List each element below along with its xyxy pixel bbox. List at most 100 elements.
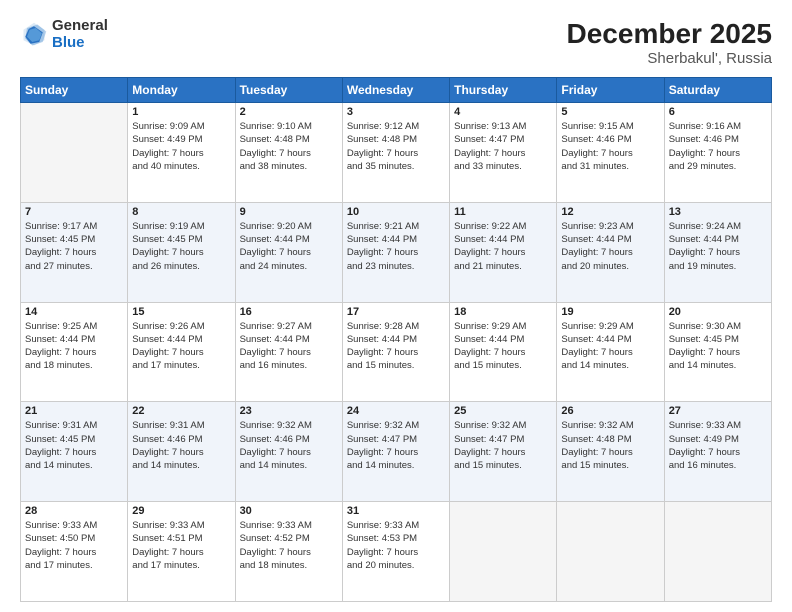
calendar-cell: 15 Sunrise: 9:26 AMSunset: 4:44 PMDayligh… bbox=[128, 302, 235, 402]
calendar-cell: 12 Sunrise: 9:23 AMSunset: 4:44 PMDayligh… bbox=[557, 202, 664, 302]
calendar-cell: 2Sunrise: 9:10 AMSunset: 4:48 PMDaylight… bbox=[235, 103, 342, 203]
day-number: 11 bbox=[454, 206, 552, 218]
day-number: 12 bbox=[561, 206, 659, 218]
logo: General Blue bbox=[20, 18, 108, 51]
calendar-cell: 23 Sunrise: 9:32 AMSunset: 4:46 PMDayligh… bbox=[235, 402, 342, 502]
day-info: Sunrise: 9:32 AMSunset: 4:46 PMDaylight:… bbox=[240, 419, 338, 472]
weekday-header-row: SundayMondayTuesdayWednesdayThursdayFrid… bbox=[21, 78, 772, 103]
day-info: Sunrise: 9:24 AMSunset: 4:44 PMDaylight:… bbox=[669, 220, 767, 273]
day-number: 16 bbox=[240, 306, 338, 318]
day-info: Sunrise: 9:12 AMSunset: 4:48 PMDaylight:… bbox=[347, 120, 445, 173]
day-number: 20 bbox=[669, 306, 767, 318]
day-info: Sunrise: 9:17 AMSunset: 4:45 PMDaylight:… bbox=[25, 220, 123, 273]
weekday-header-wednesday: Wednesday bbox=[342, 78, 449, 103]
day-number: 23 bbox=[240, 405, 338, 417]
day-info: Sunrise: 9:29 AMSunset: 4:44 PMDaylight:… bbox=[561, 320, 659, 373]
day-info: Sunrise: 9:33 AMSunset: 4:52 PMDaylight:… bbox=[240, 519, 338, 572]
calendar-cell: 10 Sunrise: 9:21 AMSunset: 4:44 PMDayligh… bbox=[342, 202, 449, 302]
weekday-header-saturday: Saturday bbox=[664, 78, 771, 103]
day-info: Sunrise: 9:33 AMSunset: 4:51 PMDaylight:… bbox=[132, 519, 230, 572]
calendar-cell: 13 Sunrise: 9:24 AMSunset: 4:44 PMDayligh… bbox=[664, 202, 771, 302]
weekday-header-friday: Friday bbox=[557, 78, 664, 103]
calendar-cell: 8Sunrise: 9:19 AMSunset: 4:45 PMDaylight… bbox=[128, 202, 235, 302]
calendar-cell: 17Sunrise: 9:28 AMSunset: 4:44 PMDayligh… bbox=[342, 302, 449, 402]
calendar-cell: 16 Sunrise: 9:27 AMSunset: 4:44 PMDayligh… bbox=[235, 302, 342, 402]
title-block: December 2025 Sherbakul', Russia bbox=[567, 18, 772, 67]
day-info: Sunrise: 9:30 AMSunset: 4:45 PMDaylight:… bbox=[669, 320, 767, 373]
day-number: 19 bbox=[561, 306, 659, 318]
day-info: Sunrise: 9:20 AMSunset: 4:44 PMDaylight:… bbox=[240, 220, 338, 273]
day-number: 22 bbox=[132, 405, 230, 417]
day-info: Sunrise: 9:09 AMSunset: 4:49 PMDaylight:… bbox=[132, 120, 230, 173]
logo-general: General bbox=[52, 18, 108, 35]
calendar-week-row: 14 Sunrise: 9:25 AMSunset: 4:44 PMDayligh… bbox=[21, 302, 772, 402]
day-number: 21 bbox=[25, 405, 123, 417]
calendar-week-row: 21Sunrise: 9:31 AMSunset: 4:45 PMDayligh… bbox=[21, 402, 772, 502]
calendar-table: SundayMondayTuesdayWednesdayThursdayFrid… bbox=[20, 77, 772, 602]
logo-blue: Blue bbox=[52, 35, 108, 52]
calendar-cell: 4Sunrise: 9:13 AMSunset: 4:47 PMDaylight… bbox=[450, 103, 557, 203]
day-info: Sunrise: 9:25 AMSunset: 4:44 PMDaylight:… bbox=[25, 320, 123, 373]
day-number: 1 bbox=[132, 106, 230, 118]
calendar-cell: 29 Sunrise: 9:33 AMSunset: 4:51 PMDayligh… bbox=[128, 502, 235, 602]
logo-text: General Blue bbox=[52, 18, 108, 51]
day-info: Sunrise: 9:21 AMSunset: 4:44 PMDaylight:… bbox=[347, 220, 445, 273]
calendar-cell: 26 Sunrise: 9:32 AMSunset: 4:48 PMDayligh… bbox=[557, 402, 664, 502]
day-number: 24 bbox=[347, 405, 445, 417]
calendar-cell: 25 Sunrise: 9:32 AMSunset: 4:47 PMDayligh… bbox=[450, 402, 557, 502]
day-number: 31 bbox=[347, 505, 445, 517]
day-number: 3 bbox=[347, 106, 445, 118]
day-number: 14 bbox=[25, 306, 123, 318]
day-number: 5 bbox=[561, 106, 659, 118]
day-info: Sunrise: 9:33 AMSunset: 4:49 PMDaylight:… bbox=[669, 419, 767, 472]
day-number: 27 bbox=[669, 405, 767, 417]
calendar-cell: 6Sunrise: 9:16 AMSunset: 4:46 PMDaylight… bbox=[664, 103, 771, 203]
calendar-cell: 22 Sunrise: 9:31 AMSunset: 4:46 PMDayligh… bbox=[128, 402, 235, 502]
day-info: Sunrise: 9:26 AMSunset: 4:44 PMDaylight:… bbox=[132, 320, 230, 373]
calendar-cell: 19 Sunrise: 9:29 AMSunset: 4:44 PMDayligh… bbox=[557, 302, 664, 402]
calendar-cell: 11Sunrise: 9:22 AMSunset: 4:44 PMDayligh… bbox=[450, 202, 557, 302]
title-location: Sherbakul', Russia bbox=[567, 50, 772, 67]
day-info: Sunrise: 9:32 AMSunset: 4:47 PMDaylight:… bbox=[347, 419, 445, 472]
day-info: Sunrise: 9:13 AMSunset: 4:47 PMDaylight:… bbox=[454, 120, 552, 173]
calendar-cell: 1 Sunrise: 9:09 AMSunset: 4:49 PMDaylight… bbox=[128, 103, 235, 203]
calendar-week-row: 28Sunrise: 9:33 AMSunset: 4:50 PMDayligh… bbox=[21, 502, 772, 602]
calendar-cell: 27 Sunrise: 9:33 AMSunset: 4:49 PMDayligh… bbox=[664, 402, 771, 502]
weekday-header-thursday: Thursday bbox=[450, 78, 557, 103]
day-number: 15 bbox=[132, 306, 230, 318]
day-number: 13 bbox=[669, 206, 767, 218]
day-info: Sunrise: 9:33 AMSunset: 4:50 PMDaylight:… bbox=[25, 519, 123, 572]
day-number: 26 bbox=[561, 405, 659, 417]
day-info: Sunrise: 9:31 AMSunset: 4:46 PMDaylight:… bbox=[132, 419, 230, 472]
day-info: Sunrise: 9:27 AMSunset: 4:44 PMDaylight:… bbox=[240, 320, 338, 373]
day-info: Sunrise: 9:19 AMSunset: 4:45 PMDaylight:… bbox=[132, 220, 230, 273]
calendar-week-row: 1 Sunrise: 9:09 AMSunset: 4:49 PMDaylight… bbox=[21, 103, 772, 203]
day-info: Sunrise: 9:29 AMSunset: 4:44 PMDaylight:… bbox=[454, 320, 552, 373]
day-number: 29 bbox=[132, 505, 230, 517]
day-number: 25 bbox=[454, 405, 552, 417]
day-number: 30 bbox=[240, 505, 338, 517]
day-info: Sunrise: 9:23 AMSunset: 4:44 PMDaylight:… bbox=[561, 220, 659, 273]
day-info: Sunrise: 9:32 AMSunset: 4:47 PMDaylight:… bbox=[454, 419, 552, 472]
calendar-cell: 5 Sunrise: 9:15 AMSunset: 4:46 PMDaylight… bbox=[557, 103, 664, 203]
weekday-header-monday: Monday bbox=[128, 78, 235, 103]
day-number: 10 bbox=[347, 206, 445, 218]
header: General Blue December 2025 Sherbakul', R… bbox=[20, 18, 772, 67]
day-number: 7 bbox=[25, 206, 123, 218]
day-number: 6 bbox=[669, 106, 767, 118]
calendar-cell: 3 Sunrise: 9:12 AMSunset: 4:48 PMDaylight… bbox=[342, 103, 449, 203]
day-number: 18 bbox=[454, 306, 552, 318]
day-info: Sunrise: 9:32 AMSunset: 4:48 PMDaylight:… bbox=[561, 419, 659, 472]
day-number: 2 bbox=[240, 106, 338, 118]
calendar-cell: 14 Sunrise: 9:25 AMSunset: 4:44 PMDayligh… bbox=[21, 302, 128, 402]
day-number: 17 bbox=[347, 306, 445, 318]
calendar-cell: 9 Sunrise: 9:20 AMSunset: 4:44 PMDaylight… bbox=[235, 202, 342, 302]
day-info: Sunrise: 9:15 AMSunset: 4:46 PMDaylight:… bbox=[561, 120, 659, 173]
calendar-cell: 31 Sunrise: 9:33 AMSunset: 4:53 PMDayligh… bbox=[342, 502, 449, 602]
calendar-cell bbox=[450, 502, 557, 602]
day-number: 9 bbox=[240, 206, 338, 218]
calendar-cell: 18 Sunrise: 9:29 AMSunset: 4:44 PMDayligh… bbox=[450, 302, 557, 402]
day-info: Sunrise: 9:33 AMSunset: 4:53 PMDaylight:… bbox=[347, 519, 445, 572]
calendar-week-row: 7 Sunrise: 9:17 AMSunset: 4:45 PMDaylight… bbox=[21, 202, 772, 302]
logo-icon bbox=[20, 21, 48, 49]
